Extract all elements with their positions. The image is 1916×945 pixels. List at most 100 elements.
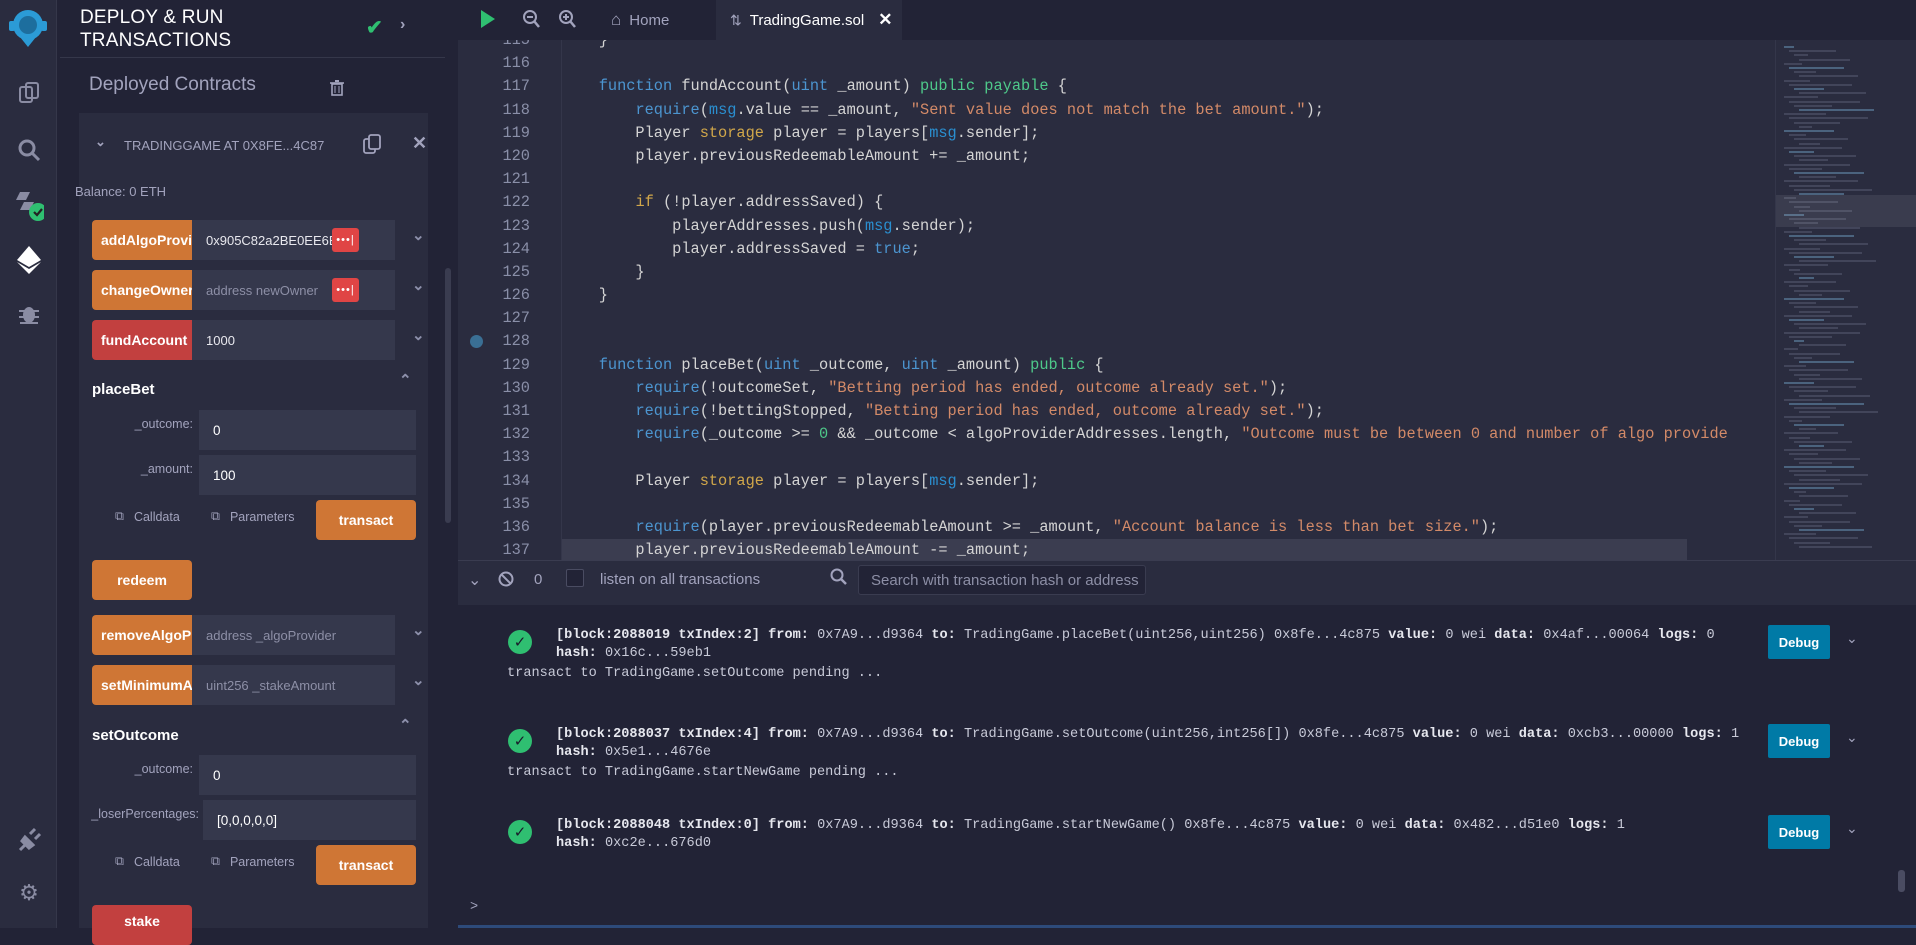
more-button[interactable]: •••|: [332, 278, 359, 302]
close-tab-icon[interactable]: ✕: [878, 10, 892, 30]
change-owner-input[interactable]: address newOwner •••|: [192, 270, 395, 310]
place-bet-transact-button[interactable]: transact: [316, 500, 416, 540]
solidity-compiler-icon[interactable]: [14, 190, 44, 221]
terminal-scrollbar[interactable]: [1898, 870, 1905, 892]
debug-button[interactable]: Debug: [1768, 625, 1830, 659]
expand-chevron-icon[interactable]: ⌄: [1846, 631, 1858, 647]
transaction-search-input[interactable]: Search with transaction hash or address: [858, 565, 1146, 595]
collapse-terminal-icon[interactable]: ⌄: [468, 570, 481, 590]
set-outcome-outcome-input[interactable]: 0: [199, 755, 416, 795]
line-number[interactable]: 131: [458, 400, 530, 423]
code-line[interactable]: 121: [458, 168, 1775, 191]
plugin-manager-icon[interactable]: [14, 824, 44, 854]
line-number[interactable]: 133: [458, 446, 530, 469]
line-number[interactable]: 137: [458, 539, 530, 560]
code-line[interactable]: 125 }: [458, 261, 1775, 284]
debug-button[interactable]: Debug: [1768, 815, 1830, 849]
line-number[interactable]: 124: [458, 238, 530, 261]
line-number[interactable]: 122: [458, 191, 530, 214]
chevron-up-icon[interactable]: ⌃: [399, 716, 412, 734]
copy-icon[interactable]: [363, 134, 381, 159]
transaction-log-entry[interactable]: [block:2088048 txIndex:0] from: 0x7A9...…: [556, 817, 1625, 853]
contract-name[interactable]: TRADINGGAME AT 0X8FE...4C87: [124, 138, 324, 153]
more-button[interactable]: •••|: [332, 228, 359, 252]
redeem-button[interactable]: redeem: [92, 560, 192, 600]
tab-home[interactable]: ⌂ Home: [603, 0, 713, 40]
chevron-down-icon[interactable]: ⌄: [412, 671, 425, 689]
line-number[interactable]: 120: [458, 145, 530, 168]
parameters-copy-button[interactable]: ⧉ Parameters: [211, 854, 295, 869]
code-line[interactable]: 136 require(player.previousRedeemableAmo…: [458, 516, 1775, 539]
stake-button[interactable]: stake: [92, 905, 192, 945]
code-line[interactable]: 127: [458, 307, 1775, 330]
code-line[interactable]: 131 require(!bettingStopped, "Betting pe…: [458, 400, 1775, 423]
code-line[interactable]: 123 playerAddresses.push(msg.sender);: [458, 215, 1775, 238]
add-algo-provider-button[interactable]: addAlgoProvider: [92, 220, 192, 260]
set-minimum-algo-stake-input[interactable]: uint256 _stakeAmount: [192, 665, 395, 705]
minimap[interactable]: [1775, 40, 1916, 560]
line-number[interactable]: 130: [458, 377, 530, 400]
deploy-run-icon[interactable]: [14, 245, 44, 275]
code-line[interactable]: 126 }: [458, 284, 1775, 307]
chevron-down-icon[interactable]: ⌄: [412, 276, 425, 294]
code-line[interactable]: 124 player.addressSaved = true;: [458, 238, 1775, 261]
calldata-copy-button[interactable]: ⧉ Calldata: [115, 509, 180, 524]
expand-chevron-icon[interactable]: ⌄: [1846, 821, 1858, 837]
remove-algo-provider-input[interactable]: address _algoProvider: [192, 615, 395, 655]
fund-account-button[interactable]: fundAccount: [92, 320, 192, 360]
debug-button[interactable]: Debug: [1768, 724, 1830, 758]
set-outcome-loser-percentages-input[interactable]: [0,0,0,0,0]: [203, 800, 416, 840]
place-bet-amount-input[interactable]: 100: [199, 455, 416, 495]
console-prompt[interactable]: >: [470, 900, 478, 915]
line-number[interactable]: 118: [458, 99, 530, 122]
settings-icon[interactable]: ⚙: [14, 878, 44, 908]
line-number[interactable]: 134: [458, 470, 530, 493]
set-minimum-algo-stake-button[interactable]: setMinimumAlgoStake: [92, 665, 192, 705]
trash-icon[interactable]: [330, 80, 344, 101]
set-outcome-transact-button[interactable]: transact: [316, 845, 416, 885]
line-number[interactable]: 126: [458, 284, 530, 307]
minimap-slider[interactable]: [1776, 195, 1916, 227]
line-number[interactable]: 128: [458, 330, 530, 353]
add-algo-provider-input[interactable]: 0x905C82a2BE0EE6E56 •••|: [192, 220, 395, 260]
expand-chevron-icon[interactable]: ⌄: [1846, 730, 1858, 746]
debugger-icon[interactable]: [14, 298, 44, 328]
transaction-log-entry[interactable]: [block:2088037 txIndex:4] from: 0x7A9...…: [556, 726, 1739, 762]
code-line[interactable]: 135: [458, 493, 1775, 516]
line-number[interactable]: 119: [458, 122, 530, 145]
line-number[interactable]: 127: [458, 307, 530, 330]
change-owner-button[interactable]: changeOwner: [92, 270, 192, 310]
close-icon[interactable]: ✕: [412, 133, 427, 154]
file-explorer-icon[interactable]: [14, 78, 44, 108]
chevron-down-icon[interactable]: ⌄: [412, 621, 425, 639]
tab-trading-game-sol[interactable]: ⇅ TradingGame.sol ✕: [716, 0, 902, 40]
chevron-down-icon[interactable]: ⌄: [412, 226, 425, 244]
zoom-in-icon[interactable]: [558, 9, 576, 34]
line-number[interactable]: 115: [458, 40, 530, 52]
remove-algo-provider-button[interactable]: removeAlgoProvider: [92, 615, 192, 655]
line-number[interactable]: 136: [458, 516, 530, 539]
code-line[interactable]: 119 Player storage player = players[msg.…: [458, 122, 1775, 145]
chevron-down-icon[interactable]: ⌄: [95, 134, 106, 150]
code-line[interactable]: 118 require(msg.value == _amount, "Sent …: [458, 99, 1775, 122]
line-number[interactable]: 116: [458, 52, 530, 75]
line-number[interactable]: 135: [458, 493, 530, 516]
line-number[interactable]: 125: [458, 261, 530, 284]
code-line[interactable]: 128: [458, 330, 1775, 353]
listen-checkbox[interactable]: [566, 569, 584, 587]
code-line[interactable]: 130 require(!outcomeSet, "Betting period…: [458, 377, 1775, 400]
line-number[interactable]: 132: [458, 423, 530, 446]
code-line[interactable]: 120 player.previousRedeemableAmount += _…: [458, 145, 1775, 168]
line-number[interactable]: 123: [458, 215, 530, 238]
chevron-right-icon[interactable]: ›: [400, 16, 405, 34]
fund-account-input[interactable]: 1000: [192, 320, 395, 360]
code-line[interactable]: 129 function placeBet(uint _outcome, uin…: [458, 354, 1775, 377]
clear-console-icon[interactable]: [498, 571, 514, 592]
code-line[interactable]: 122 if (!player.addressSaved) {: [458, 191, 1775, 214]
line-number[interactable]: 129: [458, 354, 530, 377]
run-icon[interactable]: [480, 9, 496, 34]
place-bet-outcome-input[interactable]: 0: [199, 410, 416, 450]
code-line[interactable]: 116: [458, 52, 1775, 75]
line-number[interactable]: 121: [458, 168, 530, 191]
calldata-copy-button[interactable]: ⧉ Calldata: [115, 854, 180, 869]
